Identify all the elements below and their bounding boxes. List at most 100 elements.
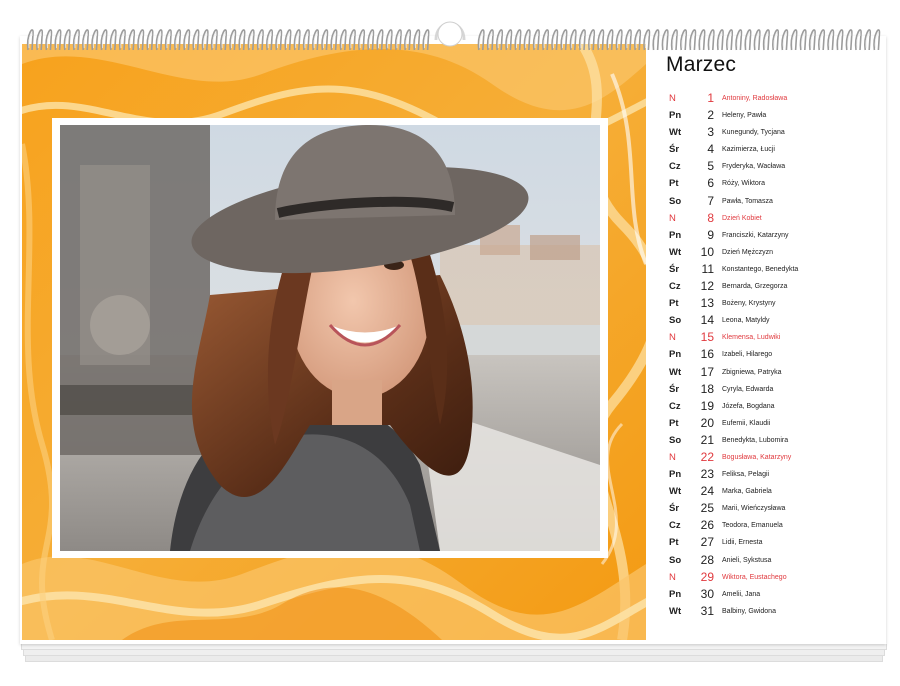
days-list: N 1 Antoniny, Radosława Pn 2 Heleny, Pawła Wt 3… (664, 90, 884, 620)
day-row: Pt 20 Eufemii, Klaudii (664, 415, 884, 432)
name-day: Fryderyka, Wacława (722, 163, 786, 171)
day-row: Pn 9 Franciszki, Katarzyny (664, 227, 884, 244)
day-number: 18 (700, 381, 714, 396)
day-row: Cz 26 Teodora, Emanuela (664, 517, 884, 534)
day-row: N 15 Klemensa, Ludwiki (664, 329, 884, 346)
day-of-week: Wt (669, 127, 682, 139)
day-row: Cz 5 Fryderyka, Wacława (664, 158, 884, 175)
wall-calendar: Marzec N 1 Antoniny, Radosława Pn 2 Heleny, P… (0, 0, 900, 686)
name-day: Feliksa, Pelagii (722, 471, 770, 479)
day-number: 16 (700, 347, 714, 362)
name-day: Dzień Mężczyzn (722, 248, 773, 256)
day-row: So 21 Benedykta, Lubomira (664, 432, 884, 449)
day-of-week: Pn (669, 349, 682, 361)
day-row: Śr 18 Cyryla, Edwarda (664, 381, 884, 398)
day-row: Pn 2 Heleny, Pawła (664, 107, 884, 124)
day-of-week: Śr (669, 144, 680, 156)
day-of-week: So (669, 554, 682, 566)
day-of-week: N (669, 451, 676, 463)
day-of-week: Cz (669, 281, 681, 293)
name-day: Eufemii, Klaudii (722, 419, 771, 427)
day-of-week: N (669, 212, 676, 224)
day-of-week: Pn (669, 588, 682, 600)
day-of-week: N (669, 332, 676, 344)
day-of-week: So (669, 195, 682, 207)
name-day: Bernarda, Grzegorza (722, 283, 788, 291)
day-row: N 1 Antoniny, Radosława (664, 90, 884, 107)
day-number: 29 (700, 569, 714, 584)
name-day: Teodora, Emanuela (722, 522, 783, 530)
day-row: Wt 24 Marka, Gabriela (664, 483, 884, 500)
calendar-photo (60, 125, 600, 551)
name-day: Amelii, Jana (722, 590, 761, 598)
day-row: Pt 13 Bożeny, Krystyny (664, 295, 884, 312)
name-day: Dzień Kobiet (722, 214, 762, 222)
day-row: Cz 12 Bernarda, Grzegorza (664, 278, 884, 295)
day-number: 24 (700, 484, 714, 499)
name-day: Kunegundy, Tycjana (722, 129, 785, 137)
name-day: Marii, Wieńczysława (722, 505, 786, 513)
day-row: N 29 Wiktora, Eustachego (664, 569, 884, 586)
month-title: Marzec (666, 53, 737, 76)
day-number: 25 (700, 501, 714, 516)
name-day: Franciszki, Katarzyny (722, 231, 789, 239)
day-of-week: Pn (669, 469, 682, 481)
name-day: Bogusława, Katarzyny (722, 453, 792, 461)
name-day: Kazimierza, Łucji (722, 146, 775, 154)
name-day: Benedykta, Lubomira (722, 436, 789, 444)
name-day: Konstantego, Benedykta (722, 265, 799, 273)
day-row: N 8 Dzień Kobiet (664, 210, 884, 227)
name-day: Anieli, Sykstusa (722, 556, 772, 564)
day-number: 17 (700, 364, 714, 379)
day-number: 10 (700, 244, 714, 259)
day-number: 3 (707, 125, 714, 140)
day-of-week: Wt (669, 486, 682, 498)
day-row: So 14 Leona, Matyldy (664, 312, 884, 329)
day-of-week: Pt (669, 178, 679, 190)
day-number: 19 (700, 398, 714, 413)
name-day: Lidii, Ernesta (722, 539, 763, 547)
day-row: N 22 Bogusława, Katarzyny (664, 449, 884, 466)
name-day: Pawła, Tomasza (722, 197, 773, 205)
day-number: 14 (700, 313, 714, 328)
day-of-week: N (669, 571, 676, 583)
name-day: Wiktora, Eustachego (722, 573, 787, 581)
day-row: So 7 Pawła, Tomasza (664, 193, 884, 210)
day-number: 23 (700, 467, 714, 482)
day-number: 26 (700, 518, 714, 533)
day-of-week: Cz (669, 520, 681, 532)
page-edge (21, 644, 887, 650)
name-day: Klemensa, Ludwiki (722, 334, 781, 342)
name-day: Marka, Gabriela (722, 488, 772, 496)
day-number: 9 (707, 227, 714, 242)
day-number: 6 (707, 176, 714, 191)
name-day: Róży, Wiktora (722, 180, 766, 188)
day-of-week: Pn (669, 229, 682, 241)
day-row: Pn 30 Amelii, Jana (664, 586, 884, 603)
name-day: Balbiny, Gwidona (722, 607, 776, 615)
hanger-hook (432, 10, 468, 54)
day-of-week: Pt (669, 298, 679, 310)
day-number: 11 (701, 261, 714, 276)
day-of-week: Cz (669, 161, 681, 173)
day-row: Wt 3 Kunegundy, Tycjana (664, 124, 884, 141)
name-day: Cyryla, Edwarda (722, 385, 774, 393)
name-day: Józefa, Bogdana (722, 402, 775, 410)
name-day: Zbigniewa, Patryka (722, 368, 782, 376)
day-number: 4 (707, 142, 714, 157)
day-number: 1 (707, 91, 714, 105)
day-number: 31 (700, 603, 714, 618)
day-number: 7 (707, 193, 714, 208)
day-row: Pt 27 Lidii, Ernesta (664, 534, 884, 551)
day-of-week: Pt (669, 537, 679, 549)
day-number: 21 (700, 432, 714, 447)
day-row: Wt 31 Balbiny, Gwidona (664, 603, 884, 620)
day-of-week: Pt (669, 417, 679, 429)
day-of-week: So (669, 434, 682, 446)
day-of-week: N (669, 93, 676, 104)
day-number: 22 (700, 449, 714, 464)
day-row: So 28 Anieli, Sykstusa (664, 552, 884, 569)
name-day: Leona, Matyldy (722, 317, 770, 325)
day-of-week: Śr (669, 503, 680, 515)
day-row: Śr 25 Marii, Wieńczysława (664, 500, 884, 517)
